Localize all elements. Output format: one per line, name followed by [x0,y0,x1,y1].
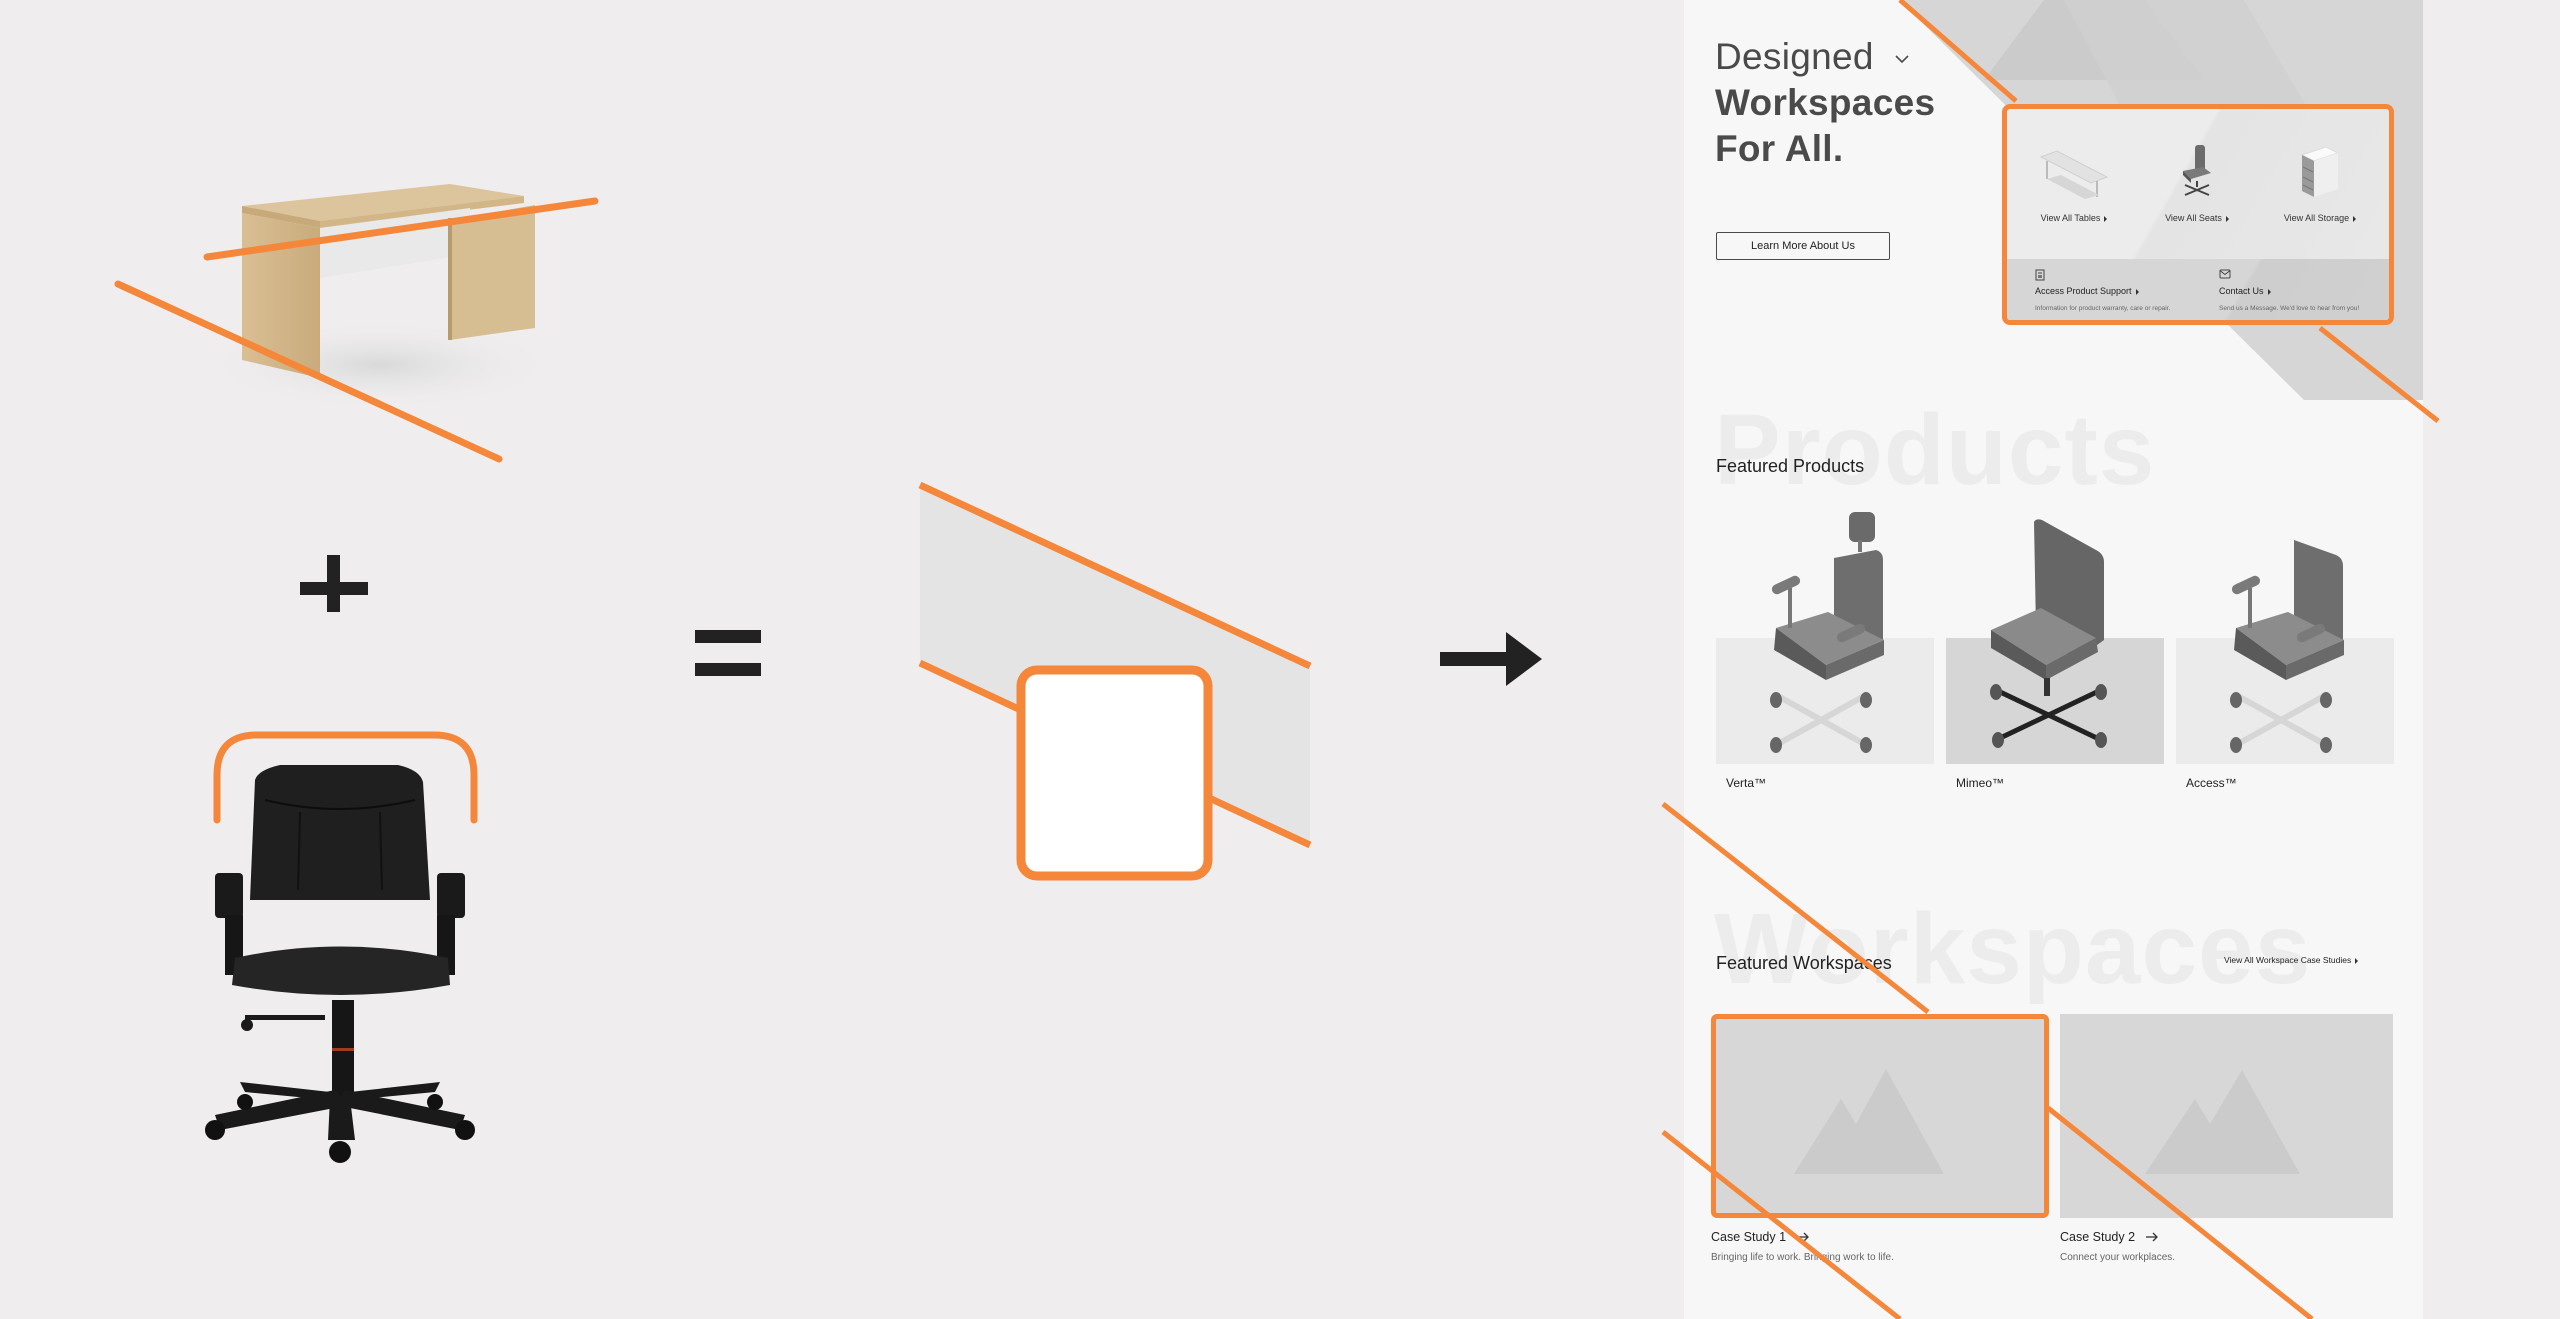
caret-right-icon [2225,215,2229,222]
product-name: Mimeo™ [1956,776,2005,790]
support-row: Access Product Support Information for p… [2007,259,2389,320]
category-seats[interactable]: View All Seats [2142,139,2252,223]
category-row: View All Tables View All Seats View All … [2007,109,2389,259]
case-study-image-placeholder [1711,1014,2049,1218]
hero-title-line1: Designed [1715,36,1874,77]
product-card-access[interactable]: Access™ [2176,500,2394,790]
case-study-title: Case Study 2 [2060,1230,2136,1244]
mountain-image-icon [2145,1070,2300,1174]
support-title: Contact Us [2219,286,2264,296]
access-chair-image [2230,540,2344,753]
case-study-desc: Connect your workplaces. [2060,1252,2176,1263]
plus-operator-icon [300,555,378,630]
wireframe-collage [915,470,1315,890]
view-all-case-studies-link[interactable]: View All Workspace Case Studies [2224,955,2359,965]
caret-right-icon [2135,288,2139,295]
support-desc: Information for product warranty, care o… [2035,305,2171,312]
hero-title: Designed Workspaces For All. [1715,34,1935,172]
chair-icon [2142,139,2252,199]
storage-cabinet-icon [2265,139,2375,199]
case-study-card-2[interactable]: Case Study 2 Connect your workplaces. [2060,1014,2393,1263]
verta-chair-image [1770,512,1884,753]
category-tables[interactable]: View All Tables [2019,139,2129,223]
workspaces-ghost-heading: Workspaces [1714,893,2312,1005]
category-nav-card: View All Tables View All Seats View All … [2002,104,2394,325]
category-storage[interactable]: View All Storage [2265,139,2375,223]
support-desc: Send us a Message. We'd love to hear fro… [2219,305,2360,312]
equals-operator-icon [695,630,763,680]
chevron-down-icon[interactable] [1894,54,1910,64]
case-study-card-1[interactable]: Case Study 1 Bringing life to work. Brin… [1711,1014,2049,1263]
arrow-right-icon [2145,1232,2159,1242]
case-study-image-placeholder [2060,1014,2393,1218]
category-label: View All Storage [2283,213,2350,223]
mimeo-chair-image [1990,519,2107,748]
featured-workspaces-title: Featured Workspaces [1716,953,1892,973]
product-name: Access™ [2186,776,2237,790]
mountain-image-icon [1794,1069,1944,1174]
desk-photo [120,150,620,480]
view-all-label: View All Workspace Case Studies [2224,955,2352,965]
caret-right-icon [2355,957,2359,964]
arrow-right-icon [1440,632,1542,686]
caret-right-icon [2104,215,2108,222]
category-label: View All Tables [2040,213,2101,223]
learn-more-button[interactable]: Learn More About Us [1716,232,1890,260]
caret-right-icon [2267,288,2271,295]
products-ghost-heading: Products [1714,394,2156,506]
website-mockup: Designed Workspaces For All. Learn More … [1684,0,2423,1319]
product-name: Verta™ [1726,776,1767,790]
case-study-title: Case Study 1 [1711,1230,1787,1244]
table-icon [2019,139,2129,199]
category-label: View All Seats [2165,213,2222,223]
case-study-desc: Bringing life to work. Bringing work to … [1711,1252,1894,1263]
product-card-verta[interactable]: Verta™ [1716,500,1934,790]
office-chair-photo [180,720,500,1180]
arrow-right-icon [1796,1232,1810,1242]
manual-icon [2035,269,2047,281]
hero-title-line3: For All. [1715,128,1844,169]
hero-title-line2: Workspaces [1715,82,1936,123]
support-item-contact[interactable]: Contact Us Send us a Message. We'd love … [2219,269,2359,312]
support-title: Access Product Support [2035,286,2132,296]
featured-products-title: Featured Products [1716,456,1865,476]
product-card-mimeo[interactable]: Mimeo™ [1946,500,2164,790]
support-item-product-support[interactable]: Access Product Support Information for p… [2035,269,2170,312]
mail-icon [2219,269,2231,281]
caret-right-icon [2353,215,2357,222]
